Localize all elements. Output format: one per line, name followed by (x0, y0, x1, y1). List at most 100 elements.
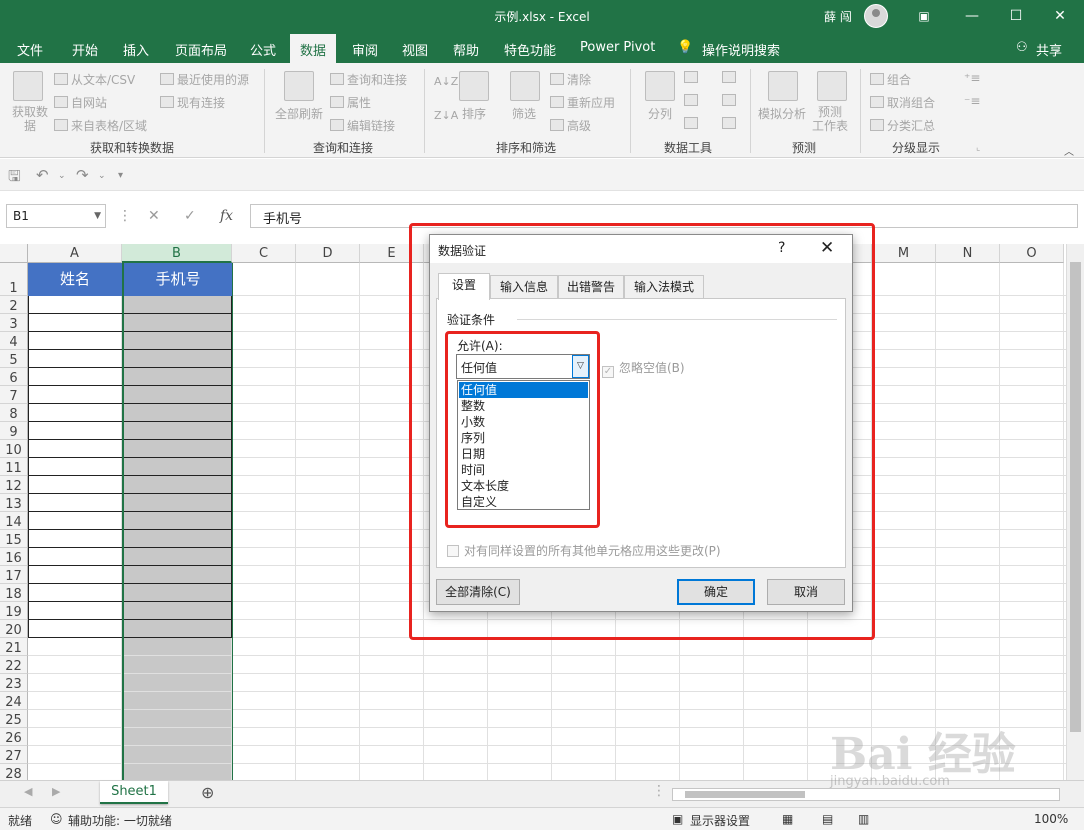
row-header-5[interactable]: 5 (0, 350, 28, 368)
column-header-o[interactable]: O (1000, 244, 1064, 263)
tab-settings[interactable]: 设置 (438, 273, 490, 300)
tab-home[interactable]: 开始 (72, 40, 98, 59)
column-header-a[interactable]: A (28, 244, 122, 263)
refresh-icon[interactable] (284, 71, 314, 101)
page-break-view-icon[interactable]: ▥ (858, 812, 869, 826)
row-header-22[interactable]: 22 (0, 656, 28, 674)
sort-az-icon[interactable]: A↓Z (434, 75, 458, 88)
cancel-icon[interactable]: ✕ (148, 208, 160, 224)
tab-insert[interactable]: 插入 (123, 40, 149, 59)
column-header-d[interactable]: D (296, 244, 360, 263)
horizontal-scroll-thumb[interactable] (685, 791, 805, 798)
zoom-level[interactable]: 100% (1034, 812, 1068, 826)
row-header-11[interactable]: 11 (0, 458, 28, 476)
name-box[interactable]: B1 ▼ (6, 204, 106, 228)
tab-view[interactable]: 视图 (402, 40, 428, 59)
tab-page-layout[interactable]: 页面布局 (175, 40, 227, 59)
horizontal-scrollbar[interactable] (672, 788, 1060, 801)
forecast-sheet-button[interactable]: 预测 工作表 (812, 105, 848, 133)
customize-qat-icon[interactable]: ▾ (118, 170, 123, 181)
sort-icon[interactable] (459, 71, 489, 101)
tab-power-pivot[interactable]: Power Pivot (580, 40, 655, 55)
row-header-13[interactable]: 13 (0, 494, 28, 512)
row-header-12[interactable]: 12 (0, 476, 28, 494)
row-header-1[interactable]: 1 (0, 263, 28, 296)
existing-connections-button[interactable]: 现有连接 (160, 94, 225, 111)
row-header-21[interactable]: 21 (0, 638, 28, 656)
tab-error-alert[interactable]: 出错警告 (558, 275, 624, 299)
row-header-9[interactable]: 9 (0, 422, 28, 440)
advanced-filter-button[interactable]: 高级 (550, 117, 591, 134)
tell-me-search[interactable]: 操作说明搜索 (702, 40, 780, 59)
scroll-right-icon[interactable]: ▶ (52, 785, 60, 798)
insert-function-icon[interactable]: fx (220, 208, 233, 224)
row-header-28[interactable]: 28 (0, 764, 28, 780)
clear-all-button[interactable]: 全部清除(C) (436, 579, 520, 605)
tab-special-features[interactable]: 特色功能 (504, 40, 556, 59)
row-header-7[interactable]: 7 (0, 386, 28, 404)
user-name[interactable]: 薛 闯 (824, 8, 852, 25)
row-header-15[interactable]: 15 (0, 530, 28, 548)
row-header-25[interactable]: 25 (0, 710, 28, 728)
redo-dropdown-icon[interactable]: ⌄ (98, 171, 106, 181)
column-header-c[interactable]: C (232, 244, 296, 263)
cancel-button[interactable]: 取消 (767, 579, 845, 605)
ribbon-display-icon[interactable]: ▣ (914, 6, 934, 26)
add-sheet-icon[interactable]: ⊕ (201, 783, 214, 802)
row-header-3[interactable]: 3 (0, 314, 28, 332)
sort-button[interactable]: 排序 (462, 105, 486, 122)
person-icon[interactable]: ⚇ (1016, 40, 1028, 55)
ok-button[interactable]: 确定 (677, 579, 755, 605)
from-table-button[interactable]: 来自表格/区域 (54, 117, 147, 134)
row-header-23[interactable]: 23 (0, 674, 28, 692)
what-if-icon[interactable] (768, 71, 798, 101)
filter-icon[interactable] (510, 71, 540, 101)
tab-data[interactable]: 数据 (290, 34, 337, 63)
properties-button[interactable]: 属性 (330, 94, 371, 111)
from-text-csv-button[interactable]: 从文本/CSV (54, 71, 135, 88)
recent-sources-button[interactable]: 最近使用的源 (160, 71, 249, 88)
text-to-columns-button[interactable]: 分列 (648, 105, 672, 122)
row-header-19[interactable]: 19 (0, 602, 28, 620)
text-to-columns-icon[interactable] (645, 71, 675, 101)
share-button[interactable]: 共享 (1036, 40, 1062, 59)
apply-all-checkbox[interactable]: 对有同样设置的所有其他单元格应用这些更改(P) (447, 542, 721, 559)
column-header-n[interactable]: N (936, 244, 1000, 263)
forecast-chart-icon[interactable] (817, 71, 847, 101)
flash-fill-icon[interactable] (684, 71, 701, 85)
row-header-10[interactable]: 10 (0, 440, 28, 458)
remove-duplicates-icon[interactable] (684, 94, 701, 108)
help-button[interactable]: ? (778, 240, 785, 256)
dialog-close-icon[interactable]: ✕ (820, 238, 834, 258)
row-header-17[interactable]: 17 (0, 566, 28, 584)
clear-filter-button[interactable]: 清除 (550, 71, 591, 88)
undo-icon[interactable]: ↶ (36, 166, 49, 184)
close-button[interactable]: ✕ (1050, 6, 1070, 26)
column-header-m[interactable]: M (872, 244, 936, 263)
chevron-down-icon[interactable]: ▼ (94, 211, 101, 221)
group-button[interactable]: 组合 (870, 71, 911, 88)
undo-dropdown-icon[interactable]: ⌄ (58, 171, 66, 181)
row-header-16[interactable]: 16 (0, 548, 28, 566)
tab-formulas[interactable]: 公式 (250, 40, 276, 59)
tab-review[interactable]: 审阅 (352, 40, 378, 59)
data-validation-icon[interactable] (684, 117, 701, 131)
sheet-tab-sheet1[interactable]: Sheet1 (100, 781, 168, 804)
row-header-4[interactable]: 4 (0, 332, 28, 350)
database-icon[interactable] (13, 71, 43, 101)
hide-detail-icon[interactable]: ⁻≡ (964, 94, 980, 108)
row-header-18[interactable]: 18 (0, 584, 28, 602)
row-header-27[interactable]: 27 (0, 746, 28, 764)
vertical-scrollbar[interactable] (1066, 244, 1084, 780)
show-detail-icon[interactable]: ⁺≡ (964, 71, 980, 85)
maximize-button[interactable]: ☐ (1006, 6, 1026, 26)
consolidate-icon[interactable] (722, 71, 739, 85)
tab-input-message[interactable]: 输入信息 (490, 275, 558, 299)
reapply-button[interactable]: 重新应用 (550, 94, 615, 111)
avatar[interactable] (864, 4, 888, 28)
relationships-icon[interactable] (722, 94, 739, 108)
get-data-button[interactable]: 获取数 据 (10, 105, 50, 133)
save-icon[interactable]: 🖫 (8, 166, 21, 191)
what-if-analysis-button[interactable]: 模拟分析 (758, 105, 806, 122)
row-header-26[interactable]: 26 (0, 728, 28, 746)
